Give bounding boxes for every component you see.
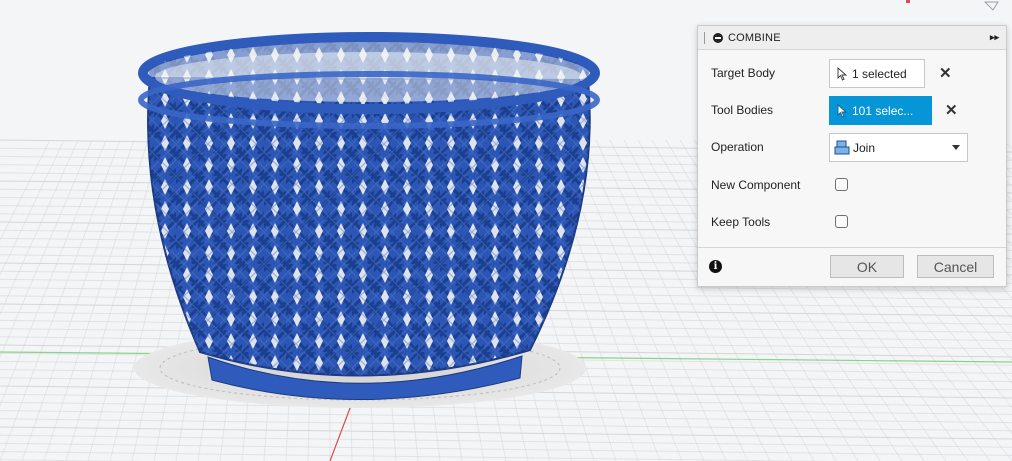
basket-model — [138, 32, 600, 400]
operation-value: Join — [853, 140, 876, 155]
dialog-header[interactable]: COMBINE ▸▸ — [698, 26, 1006, 50]
dialog-footer: i OK Cancel — [698, 247, 1006, 288]
target-body-row: Target Body 1 selected ✕ — [698, 58, 1006, 88]
join-icon — [834, 140, 850, 155]
target-body-label: Target Body — [711, 66, 776, 80]
clear-target-close-icon[interactable]: ✕ — [939, 64, 952, 82]
combine-dialog: COMBINE ▸▸ Target Body 1 selected ✕ Tool… — [697, 25, 1007, 287]
drag-grip-icon[interactable] — [704, 31, 707, 44]
cancel-button[interactable]: Cancel — [917, 255, 994, 278]
new-component-row: New Component — [698, 170, 1006, 200]
keep-tools-checkbox[interactable] — [835, 215, 848, 228]
keep-tools-label: Keep Tools — [711, 215, 771, 229]
info-icon[interactable]: i — [709, 260, 722, 273]
tool-bodies-label: Tool Bodies — [711, 103, 774, 117]
keep-tools-row: Keep Tools — [698, 207, 1006, 237]
minus-circle-icon — [713, 32, 723, 43]
new-component-checkbox[interactable] — [835, 178, 848, 191]
clear-tools-close-icon[interactable]: ✕ — [945, 101, 958, 119]
operation-row: Operation Join — [698, 132, 1006, 162]
ok-button[interactable]: OK — [830, 255, 904, 278]
chevron-down-icon — [952, 145, 960, 150]
target-body-value: 1 selected — [852, 66, 907, 81]
cursor-icon — [837, 66, 848, 81]
operation-label: Operation — [711, 140, 764, 154]
viewcube-icon — [906, 0, 999, 11]
tool-bodies-select-button[interactable]: 101 selec... — [829, 96, 932, 125]
new-component-label: New Component — [711, 178, 801, 192]
target-body-select-button[interactable]: 1 selected — [829, 59, 925, 88]
cursor-icon — [837, 103, 848, 118]
operation-dropdown[interactable]: Join — [829, 133, 968, 162]
tool-bodies-row: Tool Bodies 101 selec... ✕ — [698, 95, 1006, 125]
dialog-title: COMBINE — [728, 31, 781, 44]
tool-bodies-value: 101 selec... — [852, 103, 914, 118]
fast-forward-icon[interactable]: ▸▸ — [990, 32, 999, 43]
